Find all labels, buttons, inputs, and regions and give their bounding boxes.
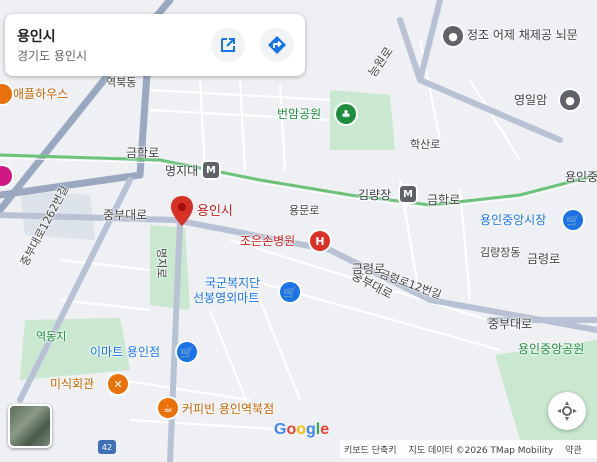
place-label-yeokdongji[interactable]: 역동지 [36, 330, 66, 344]
landmark-icon[interactable]: ● [560, 90, 580, 110]
shopping-bag-icon[interactable]: 🛒 [177, 342, 197, 362]
shopping-bag-icon[interactable]: 🛒 [563, 210, 583, 230]
place-label-misik[interactable]: 미식회관 [50, 377, 94, 391]
hospital-icon[interactable]: H [310, 231, 330, 251]
satellite-layer-icon[interactable] [8, 404, 52, 448]
google-logo: Google [274, 421, 330, 438]
map-canvas[interactable]: 정조 어제 채제공 뇌문 ● 번암공원 ♣ 영일암 ● 애플하우스 조은손병원 … [0, 0, 597, 462]
place-label-emart[interactable]: 이마트 용인점 [90, 345, 160, 359]
place-label-apple-house[interactable]: 애플하우스 [13, 87, 68, 101]
place-label-cho-eun-son[interactable]: 조은손병원 [240, 234, 295, 248]
area-label-gimnyangjang-dong: 김량장동 [480, 246, 521, 259]
restaurant-icon[interactable]: ✕ [108, 374, 128, 394]
road-label-myeongji-ro: 명지로 [155, 248, 168, 279]
place-label-gukgun-line2[interactable]: 선봉영외마트 [193, 291, 259, 305]
road-label-geumhak-2: 금학로 [427, 193, 461, 207]
my-location-icon [557, 401, 577, 421]
place-info-card[interactable]: 용인시 경기도 용인시 [5, 14, 305, 76]
map-data-attribution: 지도 데이터 ©2026 TMap Mobility [408, 445, 554, 456]
route-shield: 42 [98, 440, 116, 454]
area-label-yeokbuk: 역북동 [106, 76, 137, 89]
cafe-icon[interactable]: ☕ [158, 398, 178, 418]
metro-icon[interactable]: M [203, 162, 219, 178]
place-label-coffee-bean[interactable]: 커피빈 용인역북점 [182, 402, 274, 416]
place-label-yeongil-am[interactable]: 영일암 [514, 93, 547, 107]
open-in-new-button[interactable] [211, 28, 245, 62]
station-label-myeongji[interactable]: 명지대 [165, 164, 198, 178]
directions-icon [268, 36, 286, 54]
tree-icon[interactable]: ♣ [336, 104, 356, 124]
metro-icon[interactable]: M [400, 186, 416, 202]
place-label-yongin-market[interactable]: 용인중앙시장 [480, 213, 546, 227]
place-card-subtitle: 경기도 용인시 [17, 49, 88, 63]
shopping-bag-icon[interactable]: 🛒 [280, 282, 300, 302]
road-label-yongmun: 용문로 [289, 204, 320, 217]
station-label-gimnyangjang[interactable]: 김량장 [358, 188, 391, 202]
road-label-geumhak-1: 금학로 [126, 146, 160, 160]
place-label-beonam-park[interactable]: 번암공원 [277, 107, 321, 121]
place-label-gukgun-line1[interactable]: 국군복지단 [205, 276, 260, 290]
terms-link[interactable]: 약관 [565, 443, 582, 456]
selected-place-pin[interactable] [171, 196, 193, 226]
road-label-haksan: 학산로 [410, 138, 441, 151]
my-location-button[interactable] [548, 392, 586, 430]
place-card-title: 용인시 [17, 28, 56, 44]
landmark-icon[interactable]: ● [443, 26, 463, 46]
place-label-yongin-cut[interactable]: 용인중 [565, 170, 597, 184]
road-label-jungbu-1: 중부대로 [103, 208, 148, 222]
open-in-new-icon [221, 38, 235, 52]
place-label-jeongjo[interactable]: 정조 어제 채제공 뇌문 [467, 28, 578, 42]
place-label-yongin-park[interactable]: 용인중앙공원 [518, 342, 584, 356]
road-label-jungbu-3: 중부대로 [488, 317, 533, 331]
keyboard-shortcuts-link[interactable]: 키보드 단축키 [344, 443, 397, 456]
directions-button[interactable] [260, 28, 294, 62]
map-footer: 키보드 단축키 지도 데이터 ©2026 TMap Mobility 약관 [340, 440, 597, 458]
road-label-geumnyeong-2: 금령로 [527, 252, 561, 266]
selected-place-label[interactable]: 용인시 [197, 205, 233, 219]
